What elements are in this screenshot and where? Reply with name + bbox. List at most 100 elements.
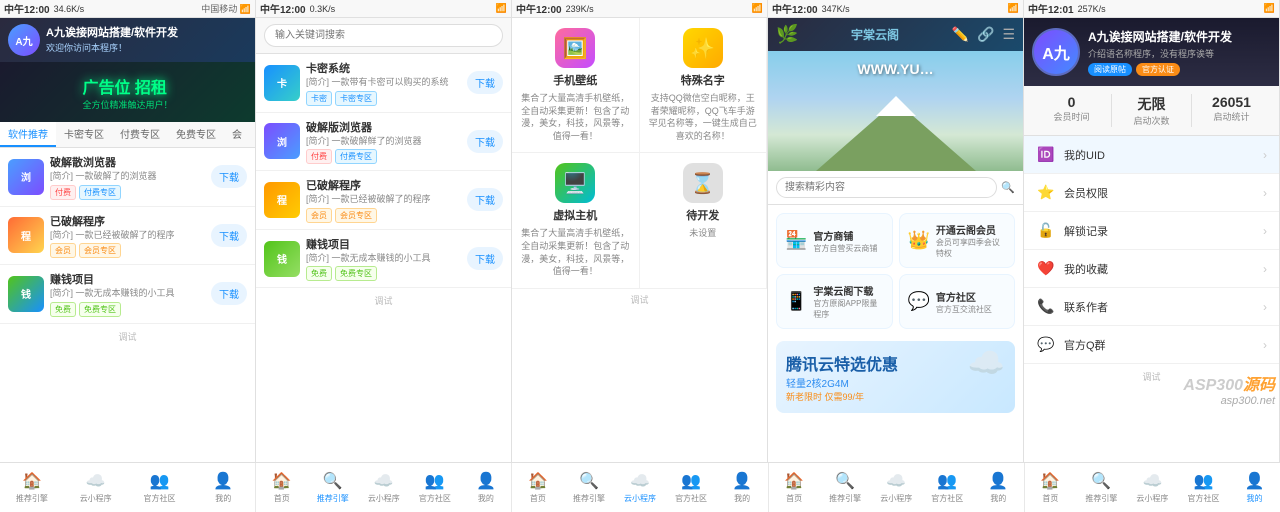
nav-btn-p5-search[interactable]: 🔍 推荐引擎 xyxy=(1076,463,1127,512)
search-icon-p4[interactable]: 🔍 xyxy=(1001,181,1015,194)
search-input-2[interactable] xyxy=(264,24,503,47)
nav-btn-p2-community[interactable]: 👥 官方社区 xyxy=(409,463,460,512)
feature-vip[interactable]: 👑 开通云阁会员 会员可享四季会议特权 xyxy=(899,213,1016,268)
menu-qq-group[interactable]: 💬 官方Q群 › xyxy=(1024,326,1279,364)
nav-btn-p3-me[interactable]: 👤 我的 xyxy=(717,463,768,512)
tag-free-2: 免费 xyxy=(50,302,76,317)
list-info-2: 赚钱项目 [简介] 一款无成本赚钱的小工具 免费 免费专区 xyxy=(50,271,205,317)
feature-download[interactable]: 📱 宇棠云阁下载 官方原阁APP限量程序 xyxy=(776,274,893,329)
list-item: 程 已破解程序 [简介] 一款已经被破解了的程序 会员 会员专区 下载 xyxy=(256,171,511,230)
p2-download-2[interactable]: 下载 xyxy=(467,188,503,211)
community-icon-p4: 👥 xyxy=(937,471,957,491)
nav-btn-p4-home[interactable]: 🏠 首页 xyxy=(769,463,820,512)
nav-btn-p2-me[interactable]: 👤 我的 xyxy=(460,463,511,512)
nav-panel-1: 🏠 推荐引擎 ☁️ 云小程序 👥 官方社区 👤 我的 xyxy=(0,463,256,512)
stat-starts-val: 无限 xyxy=(1112,94,1191,114)
tab-more[interactable]: 会 xyxy=(224,122,250,147)
menu-unlock[interactable]: 🔓 解锁记录 › xyxy=(1024,212,1279,250)
nav-btn-p3-home[interactable]: 🏠 首页 xyxy=(512,463,563,512)
wallpaper-title: 手机壁纸 xyxy=(553,72,597,88)
p2-tag2-3: 免费专区 xyxy=(335,266,377,281)
time-5: 中午12:01 xyxy=(1028,1,1074,16)
nav-btn-p1-home[interactable]: 🏠 推荐引擎 xyxy=(0,463,64,512)
tab-card-zone[interactable]: 卡密专区 xyxy=(56,122,112,147)
nav-label-p2-cloud: 云小程序 xyxy=(368,493,400,504)
item-tags-2: 免费 免费专区 xyxy=(50,302,205,317)
tab-software-recommend[interactable]: 软件推荐 xyxy=(0,122,56,147)
list-info-1: 已破解程序 [简介] 一款已经被破解了的程序 会员 会员专区 xyxy=(50,213,205,259)
nav-btn-p5-cloud[interactable]: ☁️ 云小程序 xyxy=(1127,463,1178,512)
p4-header-icons: ✏️ 🔗 ☰ xyxy=(952,26,1015,43)
nav-btn-p1-community[interactable]: 👥 官方社区 xyxy=(128,463,192,512)
p2-download-1[interactable]: 下载 xyxy=(467,130,503,153)
nav-btn-p1-cloud[interactable]: ☁️ 云小程序 xyxy=(64,463,128,512)
menu-uid[interactable]: 🆔 我的UID › xyxy=(1024,136,1279,174)
search-icon-p5: 🔍 xyxy=(1091,471,1111,491)
nav-btn-p4-community[interactable]: 👥 官方社区 xyxy=(922,463,973,512)
nav-btn-p5-community[interactable]: 👥 官方社区 xyxy=(1178,463,1229,512)
panel-appstore: 中午12:00 0.3K/s 📶 卡 卡密系统 [简介] 一款带有卡密可以购买的… xyxy=(256,0,512,462)
menu-icon-p4[interactable]: ☰ xyxy=(1002,26,1015,43)
p4-search-bar: 🔍 xyxy=(768,171,1023,205)
panel-wallpaper: 中午12:00 239K/s 📶 🖼️ 手机壁纸 集合了大量高清手机壁纸，全自动… xyxy=(512,0,768,462)
download-btn-0[interactable]: 下载 xyxy=(211,165,247,188)
p1-banner-sub: 全方位精准触达用户！ xyxy=(82,98,172,111)
grid-item-wallpaper[interactable]: 🖼️ 手机壁纸 集合了大量高清手机壁纸，全自动采集更新！包含了动漫，美女，科技，… xyxy=(512,18,640,153)
nav-btn-p2-cloud[interactable]: ☁️ 云小程序 xyxy=(358,463,409,512)
nav-btn-p3-community[interactable]: 👥 官方社区 xyxy=(666,463,717,512)
nav-label-p4-community: 官方社区 xyxy=(931,493,963,504)
nav-btn-p2-home[interactable]: 🏠 首页 xyxy=(256,463,307,512)
download-btn-1[interactable]: 下载 xyxy=(211,224,247,247)
person-icon-p1: 👤 xyxy=(213,471,233,491)
feature-community-text: 官方社区 官方互交流社区 xyxy=(936,289,992,315)
p2-desc-3: [简介] 一款无成本赚钱的小工具 xyxy=(306,252,461,265)
list-info-0: 破解散浏览器 [简介] 一款破解了的浏览器 付费 付费专区 xyxy=(50,154,205,200)
item-name-0: 破解散浏览器 xyxy=(50,154,205,170)
tab-paid-zone[interactable]: 付费专区 xyxy=(112,122,168,147)
menu-vip-rights[interactable]: ⭐ 会员权限 › xyxy=(1024,174,1279,212)
p2-download-3[interactable]: 下载 xyxy=(467,247,503,270)
nav-btn-p4-search[interactable]: 🔍 推荐引擎 xyxy=(820,463,871,512)
heart-icon: ❤️ xyxy=(1036,260,1056,277)
feature-download-title: 宇棠云阁下载 xyxy=(813,283,883,298)
tencent-ad[interactable]: ☁️ 腾讯云特选优惠 轻量2核2G4M 新老限时 仅需99/年 xyxy=(776,341,1015,413)
grid-item-pending[interactable]: ⌛ 待开发 未设置 xyxy=(640,153,768,288)
download-btn-2[interactable]: 下载 xyxy=(211,282,247,305)
p2-info-3: 赚钱项目 [简介] 一款无成本赚钱的小工具 免费 免费专区 xyxy=(306,236,461,282)
pencil-icon[interactable]: ✏️ xyxy=(952,26,969,43)
nav-btn-p1-me[interactable]: 👤 我的 xyxy=(191,463,255,512)
grid-item-vhost[interactable]: 🖥️ 虚拟主机 集合了大量高清手机壁纸，全自动采集更新！包含了动漫，美女，科技，… xyxy=(512,153,640,288)
nav-btn-p3-cloud[interactable]: ☁️ 云小程序 xyxy=(615,463,666,512)
cloud-icon-p5: ☁️ xyxy=(1142,471,1162,491)
p2-download-0[interactable]: 下载 xyxy=(467,71,503,94)
nav-btn-p5-home[interactable]: 🏠 首页 xyxy=(1025,463,1076,512)
nav-btn-p4-me[interactable]: 👤 我的 xyxy=(973,463,1024,512)
list-item: 浏 破解版浏览器 [简介] 一款破解鲜了的浏览器 付费 付费专区 下载 xyxy=(256,113,511,172)
p1-nav-tabs: 软件推荐 卡密专区 付费专区 免费专区 会 xyxy=(0,122,255,148)
nav-label-p3-search: 推荐引擎 xyxy=(573,493,605,504)
tab-free-zone[interactable]: 免费专区 xyxy=(168,122,224,147)
nav-btn-p3-search[interactable]: 🔍 推荐引擎 xyxy=(563,463,614,512)
vhost-icon: 🖥️ xyxy=(555,163,595,203)
badge-read[interactable]: 阅读原帖 xyxy=(1088,63,1132,76)
p2-tag1-0: 卡密 xyxy=(306,91,332,106)
menu-contact[interactable]: 📞 联系作者 › xyxy=(1024,288,1279,326)
feature-community[interactable]: 💬 官方社区 官方互交流社区 xyxy=(899,274,1016,329)
menu-favorites[interactable]: ❤️ 我的收藏 › xyxy=(1024,250,1279,288)
nav-btn-p5-me[interactable]: 👤 我的 xyxy=(1229,463,1280,512)
stat-member-label: 会员时间 xyxy=(1032,110,1111,123)
shop-icon: 🏪 xyxy=(785,230,807,251)
feature-shop[interactable]: 🏪 官方商铺 官方自营买云商铺 xyxy=(776,213,893,268)
bottom-nav: 🏠 推荐引擎 ☁️ 云小程序 👥 官方社区 👤 我的 🏠 首页 🔍 推荐引擎 ☁… xyxy=(0,462,1280,512)
ad-badge-1: 调试 xyxy=(0,324,255,349)
nav-btn-p2-search[interactable]: 🔍 推荐引擎 xyxy=(307,463,358,512)
p1-banner[interactable]: 广告位 招租 全方位精准触达用户！ xyxy=(0,62,255,122)
grid-item-special-name[interactable]: ✨ 特殊名字 支持QQ微信空白昵称，王者荣耀昵称，QQ飞车手游罕见名称等，一键生… xyxy=(640,18,768,153)
mountain-banner: WWW.YU… xyxy=(768,51,1023,171)
p4-search-input[interactable] xyxy=(776,177,997,198)
p2-thumb-2: 程 xyxy=(264,182,300,218)
nav-btn-p4-cloud[interactable]: ☁️ 云小程序 xyxy=(871,463,922,512)
stat-total-label: 启动统计 xyxy=(1192,110,1271,123)
community-icon-p2: 👥 xyxy=(425,471,445,491)
share-icon[interactable]: 🔗 xyxy=(977,26,994,43)
